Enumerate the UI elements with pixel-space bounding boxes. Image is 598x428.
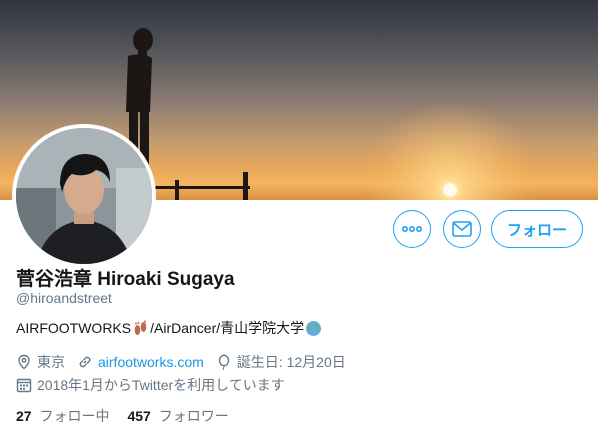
location-text: 東京 xyxy=(37,354,65,370)
profile-handle[interactable]: @hiroandstreet xyxy=(16,290,112,306)
follow-button[interactable]: フォロー xyxy=(491,210,583,248)
message-button[interactable] xyxy=(443,210,481,248)
website-link[interactable]: airfootworks.com xyxy=(98,354,204,370)
link-icon xyxy=(79,356,91,368)
bio-suffix: /AirDancer/青山学院大学 xyxy=(150,320,305,336)
follow-button-label: フォロー xyxy=(506,221,567,239)
followers-label: フォロワー xyxy=(158,408,229,424)
more-dots-icon xyxy=(402,226,422,232)
location-item: 東京 xyxy=(16,352,65,372)
location-pin-icon xyxy=(18,354,30,370)
birthday-text: 誕生日: 12月20日 xyxy=(236,354,346,370)
calendar-icon xyxy=(16,378,32,393)
following-count: 27 xyxy=(16,408,32,424)
followers-stat[interactable]: 457 フォロワー xyxy=(127,406,228,426)
balloon-icon xyxy=(218,354,230,370)
more-actions-button[interactable] xyxy=(393,210,431,248)
website-item[interactable]: airfootworks.com xyxy=(77,354,204,370)
avatar[interactable] xyxy=(12,124,156,268)
envelope-icon xyxy=(452,221,472,237)
birthday-item: 誕生日: 12月20日 xyxy=(216,352,346,372)
profile-meta: 東京 airfootworks.com 誕生日: 12月20日 xyxy=(16,352,358,372)
profile-stats: 27 フォロー中 457 フォロワー xyxy=(16,406,247,426)
footprints-emoji xyxy=(134,320,147,335)
joined-item: 2018年1月からTwitterを利用しています xyxy=(16,375,285,395)
globe-emoji xyxy=(306,320,322,336)
profile-bio: AIRFOOTWORKS /AirDancer/青山学院大学 xyxy=(16,318,323,338)
profile-name[interactable]: 菅谷浩章 Hiroaki Sugaya xyxy=(16,264,235,291)
following-label: フォロー中 xyxy=(39,408,110,424)
followers-count: 457 xyxy=(127,408,151,424)
joined-text: 2018年1月からTwitterを利用しています xyxy=(37,377,285,393)
following-stat[interactable]: 27 フォロー中 xyxy=(16,406,109,426)
bio-prefix: AIRFOOTWORKS xyxy=(16,320,132,336)
avatar-photo xyxy=(16,128,152,264)
